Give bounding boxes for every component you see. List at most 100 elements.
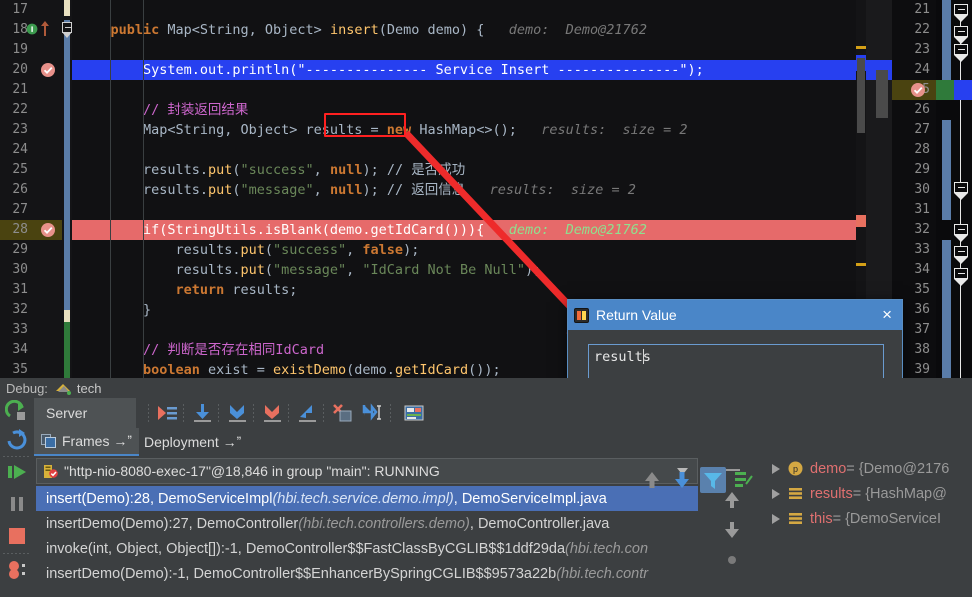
fold-collapse-icon[interactable]: [954, 44, 968, 55]
code-line[interactable]: results.put("success", null); // 是否成功: [72, 160, 866, 180]
gutter-row[interactable]: 19: [0, 40, 62, 60]
drop-frame-icon[interactable]: [331, 403, 353, 423]
thread-dump-icon[interactable]: [5, 558, 29, 582]
gutter-row[interactable]: 29: [0, 240, 62, 260]
code-line[interactable]: results.put("success", false);: [72, 240, 866, 260]
step-into-icon[interactable]: [226, 403, 248, 423]
frame-row[interactable]: invoke(int, Object, Object[]):-1, DemoCo…: [36, 536, 698, 561]
right-gutter-row[interactable]: 33: [892, 240, 936, 260]
frame-row[interactable]: insertDemo(Demo):-1, DemoController$$Enh…: [36, 561, 698, 586]
fold-collapse-icon[interactable]: [954, 224, 968, 235]
fold-region-bar[interactable]: [942, 0, 951, 80]
up-arrow-icon[interactable]: [640, 468, 664, 492]
stripe-error-marker[interactable]: [856, 215, 866, 227]
code-line[interactable]: if(StringUtils.isBlank(demo.getIdCard())…: [72, 220, 866, 240]
gutter-row[interactable]: 27: [0, 200, 62, 220]
pause-program-icon[interactable]: [5, 492, 29, 516]
right-gutter-row[interactable]: 27: [892, 120, 936, 140]
gutter-row[interactable]: 30: [0, 260, 62, 280]
code-line[interactable]: results.put("message", null); // 返回信息 re…: [72, 180, 866, 200]
editor-gutter[interactable]: 17 18 19 20 21 22 23 24 25 26 27 28 29 30 31 32 33 34 35: [0, 0, 62, 378]
move-watch-down-icon[interactable]: [720, 518, 744, 542]
variables-panel[interactable]: p demo = {Demo@2176 results = {HashMap@ this =…: [766, 456, 972, 597]
subtab-frames[interactable]: Frames →ˮ: [34, 428, 139, 456]
code-line[interactable]: return results;: [72, 280, 866, 300]
gutter-row[interactable]: 24: [0, 140, 62, 160]
code-line[interactable]: public Map<String, Object> insert(Demo d…: [72, 20, 866, 40]
code-line[interactable]: results.put("message", "IdCard Not Be Nu…: [72, 260, 866, 280]
right-gutter-row[interactable]: 34: [892, 260, 936, 280]
frames-list[interactable]: insert(Demo):28, DemoServiceImpl (hbi.te…: [36, 486, 698, 597]
close-icon[interactable]: ×: [878, 306, 896, 323]
gutter-row[interactable]: 35: [0, 360, 62, 378]
right-gutter-row[interactable]: 28: [892, 140, 936, 160]
code-line[interactable]: [72, 0, 866, 20]
watch-extra-icon[interactable]: [720, 548, 744, 572]
right-gutter-row[interactable]: 29: [892, 160, 936, 180]
gutter-row[interactable]: 32: [0, 300, 62, 320]
breakpoint-icon[interactable]: [40, 62, 56, 78]
gutter-row[interactable]: 34: [0, 340, 62, 360]
frame-row[interactable]: insertDemo(Demo):27, DemoController (hbi…: [36, 511, 698, 536]
gutter-row[interactable]: 22: [0, 100, 62, 120]
gutter-row[interactable]: 18: [0, 20, 62, 40]
force-step-into-icon[interactable]: [261, 403, 283, 423]
fold-region-bar[interactable]: [942, 240, 951, 378]
fold-collapse-icon[interactable]: [954, 268, 968, 279]
show-execution-point-icon[interactable]: [156, 403, 178, 423]
gutter-row[interactable]: 28: [0, 220, 62, 240]
stripe-warning-marker-2[interactable]: [856, 263, 866, 266]
code-line[interactable]: [72, 140, 866, 160]
rerun-icon[interactable]: [4, 399, 29, 424]
gutter-row[interactable]: 26: [0, 180, 62, 200]
right-gutter-row[interactable]: 21: [892, 0, 936, 20]
resume-program-icon[interactable]: [5, 460, 29, 484]
gutter-row[interactable]: 23: [0, 120, 62, 140]
gutter-row[interactable]: 25: [0, 160, 62, 180]
step-over-icon[interactable]: [191, 403, 213, 423]
variable-row[interactable]: results = {HashMap@: [766, 481, 972, 506]
right-gutter-row[interactable]: 32: [892, 220, 936, 240]
vcs-added-marker[interactable]: [64, 320, 70, 378]
right-gutter-row[interactable]: 26: [892, 100, 936, 120]
fold-collapse-icon[interactable]: [954, 246, 968, 257]
thread-selector[interactable]: "http-nio-8080-exec-17"@18,846 in group …: [36, 458, 698, 484]
editor-fold-column[interactable]: [62, 0, 72, 378]
fold-collapse-icon[interactable]: [954, 182, 968, 193]
right-gutter-row[interactable]: 31: [892, 200, 936, 220]
expand-arrow-icon[interactable]: [772, 463, 780, 474]
right-gutter-row[interactable]: 25: [892, 80, 936, 100]
right-gutter-row[interactable]: 24: [892, 60, 936, 80]
expand-arrow-icon[interactable]: [772, 513, 780, 524]
vcs-changed-marker-top[interactable]: [64, 0, 70, 16]
breakpoint-icon[interactable]: [910, 82, 926, 98]
gutter-row[interactable]: 33: [0, 320, 62, 340]
code-line[interactable]: // 封装返回结果: [72, 100, 866, 120]
stop-program-icon[interactable]: [5, 524, 29, 548]
code-line[interactable]: [72, 40, 866, 60]
gutter-row[interactable]: 31: [0, 280, 62, 300]
run-to-cursor-icon[interactable]: [361, 403, 383, 423]
right-gutter-row[interactable]: 35: [892, 280, 936, 300]
fold-collapse-icon[interactable]: [954, 26, 968, 37]
step-out-icon[interactable]: [296, 403, 318, 423]
breakpoint-icon[interactable]: [40, 222, 56, 238]
scrollbar-thumb[interactable]: [876, 70, 888, 118]
evaluate-expression-icon[interactable]: [403, 403, 425, 423]
fold-collapse-icon[interactable]: [954, 4, 968, 15]
code-line[interactable]: [72, 200, 866, 220]
gutter-row[interactable]: 20: [0, 60, 62, 80]
variable-row[interactable]: this = {DemoServiceI: [766, 506, 972, 531]
right-gutter-row[interactable]: 23: [892, 40, 936, 60]
code-line[interactable]: [72, 80, 866, 100]
add-watch-icon[interactable]: [732, 468, 756, 492]
fold-region-bar[interactable]: [64, 20, 70, 310]
frame-row[interactable]: insert(Demo):28, DemoServiceImpl (hbi.te…: [36, 486, 698, 511]
right-gutter-row[interactable]: 22: [892, 20, 936, 40]
restart-icon[interactable]: [5, 428, 29, 452]
tab-server[interactable]: Server: [34, 398, 136, 428]
fold-region-bar[interactable]: [942, 120, 951, 220]
stripe-warning-marker[interactable]: [856, 46, 866, 49]
scrollbar-thumb[interactable]: [857, 58, 865, 133]
code-line[interactable]: System.out.println("--------------- Serv…: [72, 60, 866, 80]
